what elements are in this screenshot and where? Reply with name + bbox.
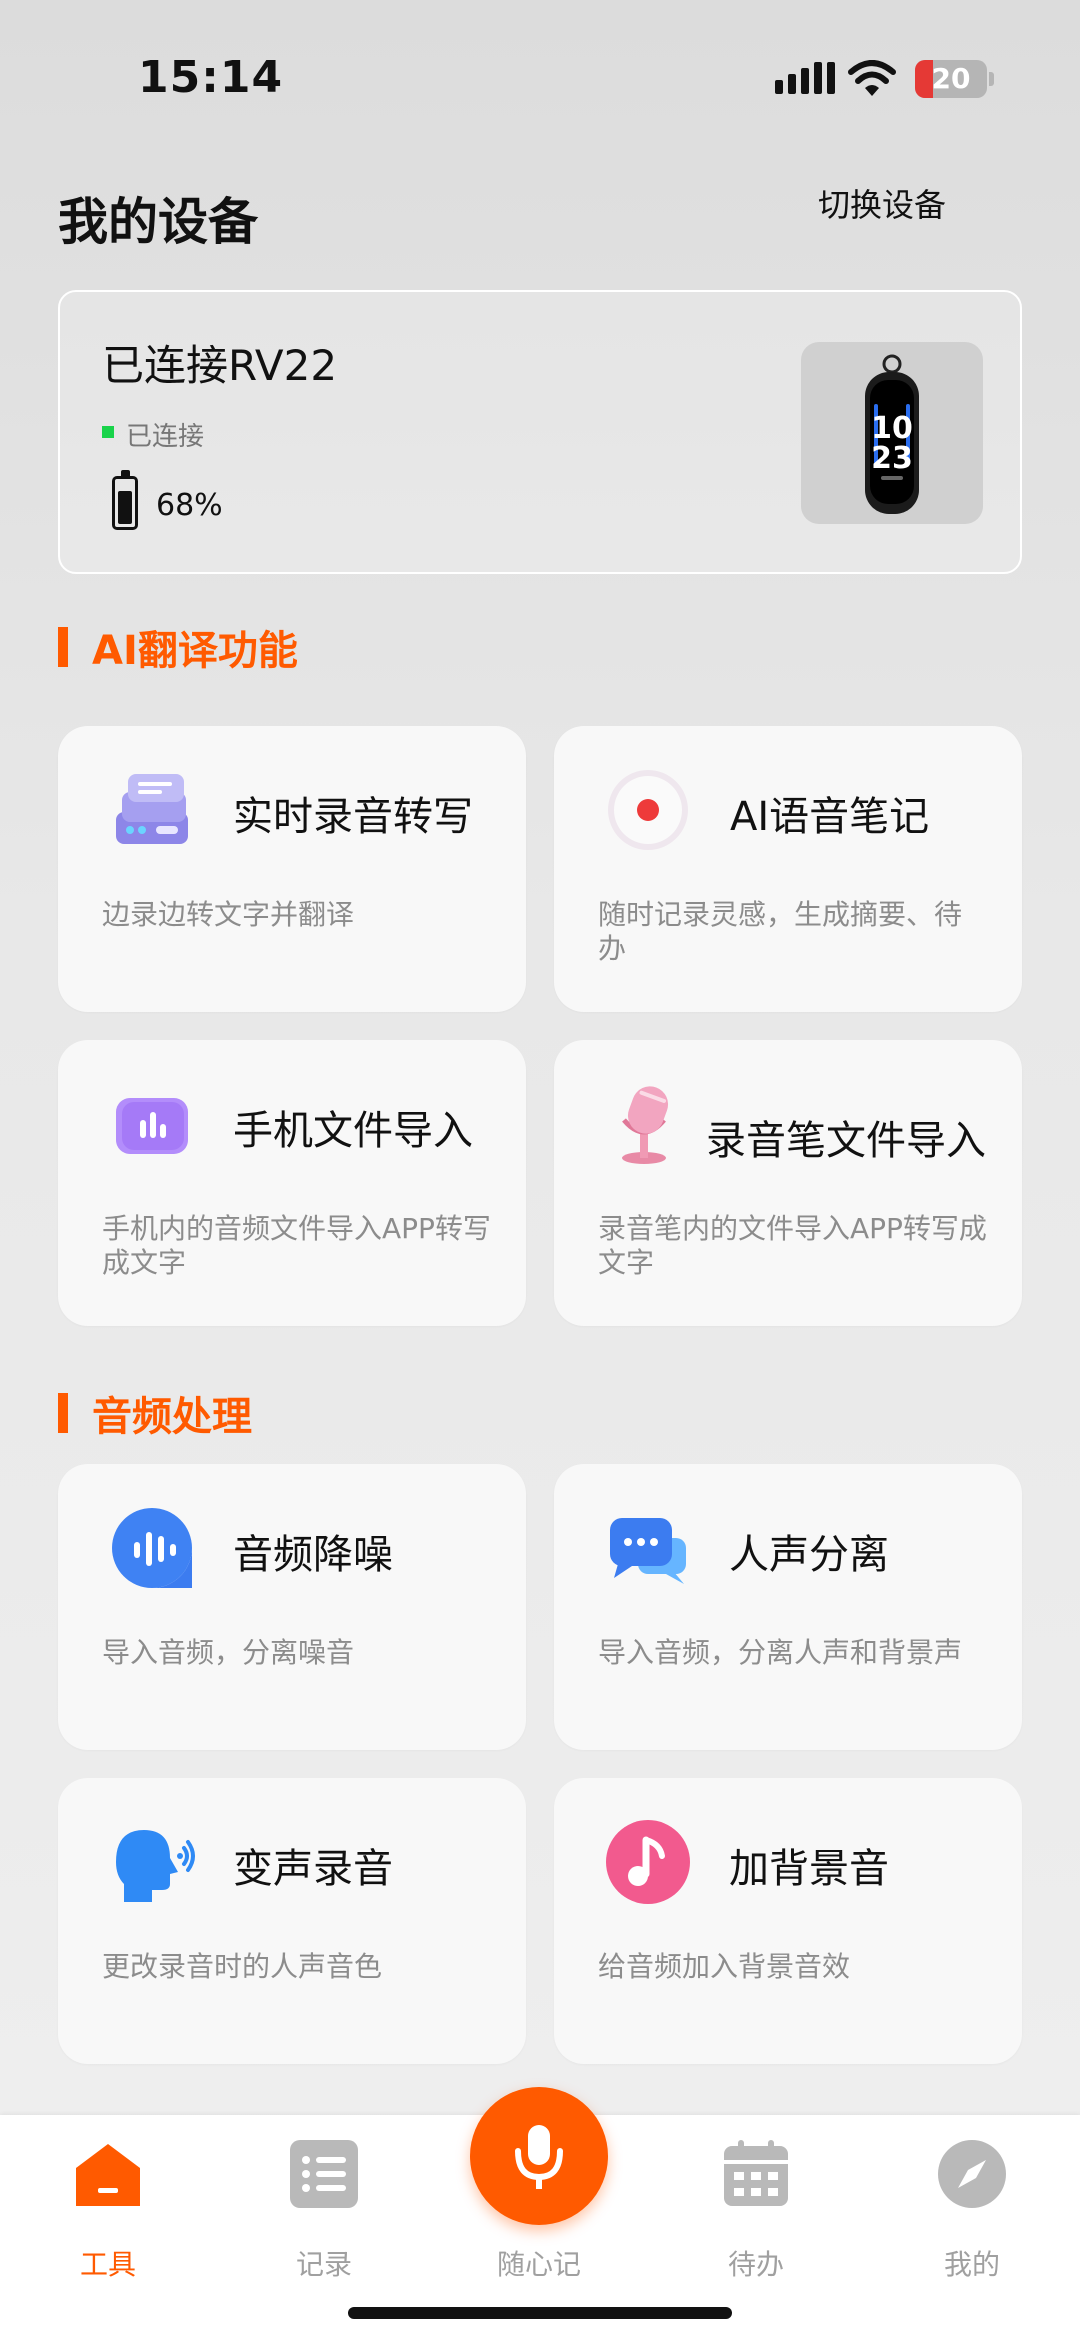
- microphone-stand-icon: [622, 1086, 669, 1164]
- card-voice-separation[interactable]: 人声分离 导入音频，分离人声和背景声: [554, 1464, 1022, 1750]
- card-voice-change-recording[interactable]: 变声录音 更改录音时的人声音色: [58, 1778, 526, 2064]
- tab-records[interactable]: 记录: [254, 2115, 394, 2285]
- card-desc: 给音频加入背景音效: [598, 1950, 851, 1983]
- card-desc: 导入音频，分离噪音: [102, 1636, 355, 1669]
- card-desc: 更改录音时的人声音色: [102, 1950, 383, 1983]
- tab-tools[interactable]: 工具: [38, 2115, 178, 2285]
- record-dot-icon: [608, 770, 688, 850]
- tab-label: 待办: [727, 2248, 784, 2281]
- battery-percent: 68%: [156, 488, 223, 523]
- card-add-background-music[interactable]: 加背景音 给音频加入背景音效: [554, 1778, 1022, 2064]
- card-desc: 导入音频，分离人声和背景声: [598, 1636, 963, 1669]
- server-stack-icon: [116, 774, 188, 844]
- card-phone-file-import[interactable]: 手机文件导入 手机内的音频文件导入APP转写成文字: [58, 1040, 526, 1326]
- card-title: 实时录音转写: [233, 794, 473, 840]
- card-title: AI语音笔记: [730, 794, 930, 840]
- battery-icon: [112, 470, 138, 530]
- card-realtime-transcribe[interactable]: 实时录音转写 边录边转文字并翻译: [58, 726, 526, 1012]
- tab-label-quick-note: 随心记: [496, 2248, 581, 2281]
- quick-record-button[interactable]: [470, 2087, 608, 2225]
- status-battery-level: 20: [931, 62, 971, 95]
- card-desc: 随时记录灵感，生成摘要、待办: [598, 898, 963, 965]
- list-icon: [290, 2140, 358, 2208]
- card-desc: 边录边转文字并翻译: [102, 898, 355, 931]
- card-desc: 手机内的音频文件导入APP转写成文字: [102, 1212, 491, 1279]
- section-title: 音频处理: [92, 1394, 252, 1440]
- card-ai-voice-note[interactable]: AI语音笔记 随时记录灵感，生成摘要、待办: [554, 726, 1022, 1012]
- music-note-icon: [606, 1820, 690, 1904]
- card-title: 录音笔文件导入: [706, 1118, 986, 1164]
- card-audio-denoise[interactable]: 音频降噪 导入音频，分离噪音: [58, 1464, 526, 1750]
- device-name: 已连接RV22: [102, 341, 338, 390]
- tab-label: 我的: [943, 2248, 1000, 2281]
- section-accent-bar: [58, 1393, 68, 1433]
- section-accent-bar: [58, 627, 68, 667]
- card-title: 音频降噪: [233, 1532, 393, 1578]
- device-screen-minute: 23: [871, 441, 913, 476]
- connected-indicator-icon: [102, 426, 114, 438]
- card-title: 变声录音: [233, 1846, 393, 1892]
- chat-bubbles-icon: [610, 1518, 686, 1584]
- tab-label: 工具: [79, 2248, 136, 2281]
- audio-bars-icon: [116, 1098, 188, 1154]
- cellular-signal-icon: [775, 62, 835, 94]
- card-desc: 录音笔内的文件导入APP转写成文字: [598, 1212, 987, 1279]
- device-image: 10 23: [801, 342, 983, 524]
- section-title: AI翻译功能: [92, 628, 298, 674]
- status-time: 15:14: [138, 52, 284, 103]
- speaking-head-icon: [116, 1830, 195, 1902]
- device-card[interactable]: 已连接RV22 已连接 68% 10 23: [58, 290, 1022, 574]
- section-header-audio-processing: 音频处理: [58, 1384, 252, 1442]
- tab-mine[interactable]: 我的: [902, 2115, 1042, 2285]
- battery-cap: [989, 72, 994, 86]
- card-title: 加背景音: [729, 1846, 889, 1892]
- card-recorder-file-import[interactable]: 录音笔文件导入 录音笔内的文件导入APP转写成文字: [554, 1040, 1022, 1326]
- connection-status: 已连接: [126, 422, 205, 452]
- waveform-bubble-icon: [112, 1508, 192, 1588]
- status-battery-icon: 20: [915, 60, 987, 98]
- wifi-icon: [848, 60, 896, 96]
- page-title: 我的设备: [58, 193, 258, 251]
- switch-device-button[interactable]: 切换设备: [818, 180, 946, 226]
- tab-todo[interactable]: 待办: [686, 2115, 826, 2285]
- compass-icon: [938, 2140, 1006, 2208]
- calendar-icon: [724, 2140, 788, 2206]
- card-title: 手机文件导入: [233, 1108, 473, 1154]
- home-indicator: [348, 2307, 732, 2319]
- microphone-icon: [515, 2125, 563, 2189]
- status-bar: 15:14 20: [0, 0, 1080, 150]
- tab-label: 记录: [295, 2248, 352, 2281]
- section-header-ai-translate: AI翻译功能: [58, 618, 298, 676]
- home-icon: [76, 2144, 140, 2206]
- card-title: 人声分离: [729, 1532, 889, 1578]
